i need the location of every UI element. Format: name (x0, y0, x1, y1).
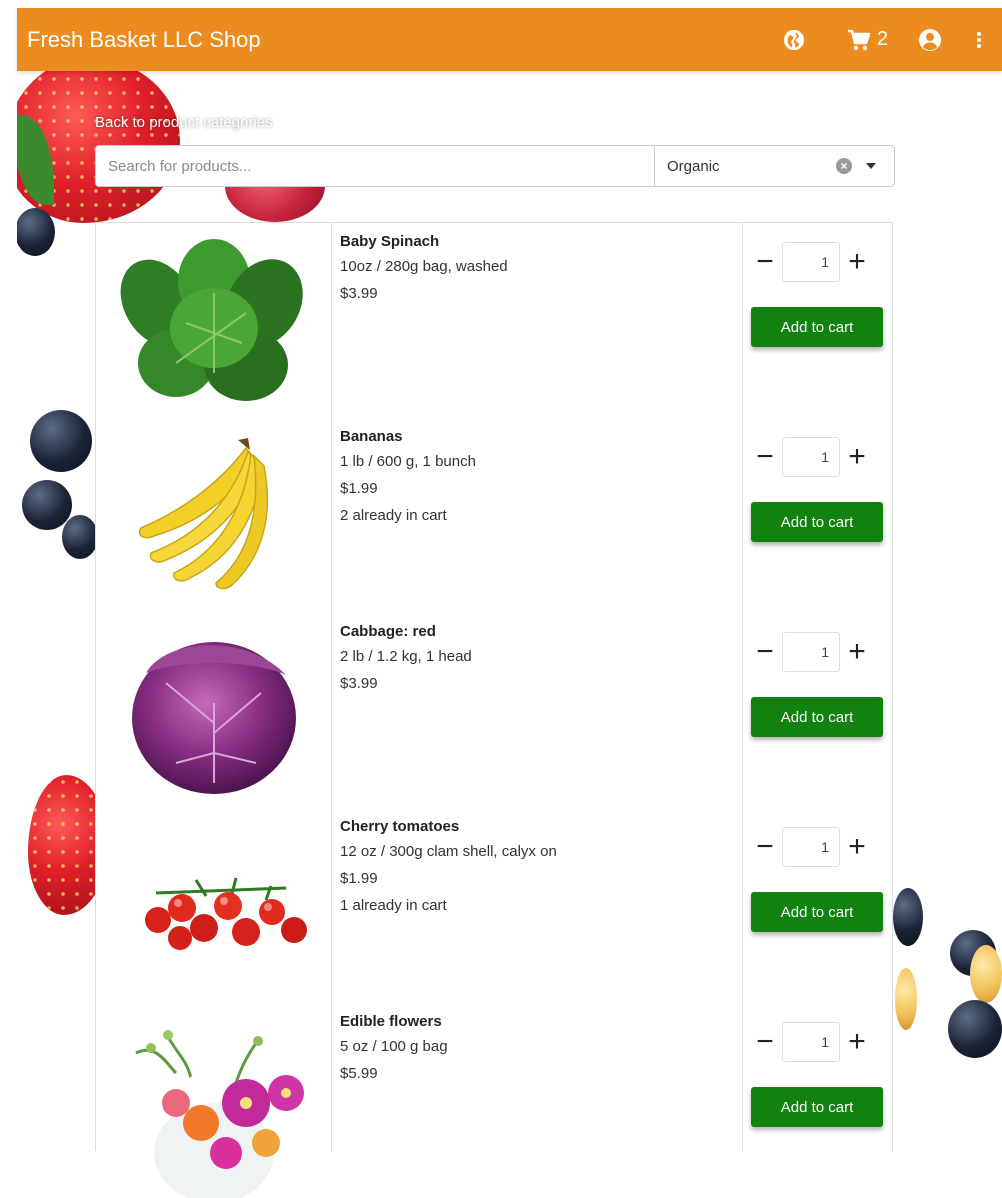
cart-button[interactable]: 2 (847, 28, 888, 51)
product-row: Edible flowers 5 oz / 100 g bag $5.99 − … (96, 1003, 894, 1198)
product-actions: − + Add to cart (751, 826, 883, 932)
quantity-input[interactable] (782, 827, 840, 867)
quantity-stepper: − + (751, 826, 883, 868)
app-title: Fresh Basket LLC Shop (27, 26, 261, 52)
decrease-quantity-button[interactable]: − (751, 436, 779, 478)
product-actions: − + Add to cart (751, 241, 883, 347)
add-to-cart-button[interactable]: Add to cart (751, 307, 883, 347)
blueberry-decoration (15, 208, 55, 256)
increase-quantity-button[interactable]: + (843, 436, 871, 478)
product-info: Edible flowers 5 oz / 100 g bag $5.99 (340, 1013, 735, 1090)
product-note: 2 already in cart (340, 507, 447, 524)
increase-quantity-button[interactable]: + (843, 1021, 871, 1063)
more-vert-icon (977, 31, 981, 48)
quantity-input[interactable] (782, 437, 840, 477)
product-name: Bananas (340, 428, 403, 445)
product-actions: − + Add to cart (751, 631, 883, 737)
search-bar: Organic × (95, 145, 895, 187)
more-menu-button[interactable] (976, 30, 982, 50)
category-filter-select[interactable]: Organic × (655, 145, 895, 187)
product-image (96, 613, 331, 808)
quantity-input[interactable] (782, 1022, 840, 1062)
blueberry-decoration (948, 1000, 1002, 1058)
quantity-stepper: − + (751, 1021, 883, 1063)
search-input[interactable] (95, 145, 655, 187)
edible-flowers-image (135, 1030, 304, 1198)
filter-selected-value: Organic (667, 157, 720, 175)
product-info: Cherry tomatoes 12 oz / 300g clam shell,… (340, 818, 735, 922)
product-image (96, 1003, 331, 1198)
product-row: Baby Spinach 10oz / 280g bag, washed $3.… (96, 223, 894, 418)
app-bar: Fresh Basket LLC Shop 2 (17, 8, 1002, 71)
product-price: $3.99 (340, 675, 378, 692)
product-info: Cabbage: red 2 lb / 1.2 kg, 1 head $3.99 (340, 623, 735, 700)
product-size: 5 oz / 100 g bag (340, 1038, 448, 1055)
quantity-stepper: − + (751, 631, 883, 673)
product-info: Baby Spinach 10oz / 280g bag, washed $3.… (340, 233, 735, 310)
bananas-image (138, 438, 269, 590)
cherry-tomatoes-image (145, 877, 307, 950)
product-image (96, 223, 331, 418)
quantity-input[interactable] (782, 632, 840, 672)
golden-berry-decoration (970, 945, 1002, 1003)
blueberry-decoration (22, 480, 72, 530)
cart-icon (847, 29, 871, 50)
add-to-cart-button[interactable]: Add to cart (751, 502, 883, 542)
quantity-stepper: − + (751, 241, 883, 283)
product-row: Cherry tomatoes 12 oz / 300g clam shell,… (96, 808, 894, 1003)
account-button[interactable] (918, 28, 942, 52)
product-size: 10oz / 280g bag, washed (340, 258, 508, 275)
decrease-quantity-button[interactable]: − (751, 631, 779, 673)
product-price: $1.99 (340, 870, 378, 887)
product-price: $5.99 (340, 1065, 378, 1082)
clear-icon[interactable]: × (836, 158, 852, 174)
blueberry-decoration (893, 888, 923, 946)
add-to-cart-button[interactable]: Add to cart (751, 892, 883, 932)
product-name: Cherry tomatoes (340, 818, 460, 835)
add-to-cart-button[interactable]: Add to cart (751, 1087, 883, 1127)
golden-berry-decoration (895, 968, 917, 1030)
product-name: Edible flowers (340, 1013, 442, 1030)
add-to-cart-button[interactable]: Add to cart (751, 697, 883, 737)
product-name: Baby Spinach (340, 233, 440, 250)
spinach-image (120, 239, 303, 401)
decrease-quantity-button[interactable]: − (751, 826, 779, 868)
product-size: 12 oz / 300g clam shell, calyx on (340, 843, 557, 860)
globe-icon (783, 29, 804, 50)
blueberry-decoration (30, 410, 92, 472)
quantity-input[interactable] (782, 242, 840, 282)
account-icon (919, 28, 941, 51)
cart-count-badge: 2 (876, 28, 888, 50)
product-actions: − + Add to cart (751, 1021, 883, 1127)
product-price: $3.99 (340, 285, 378, 302)
product-note: 1 already in cart (340, 897, 447, 914)
product-image (96, 418, 331, 613)
product-price: $1.99 (340, 480, 378, 497)
product-list: Baby Spinach 10oz / 280g bag, washed $3.… (95, 222, 894, 1198)
quantity-stepper: − + (751, 436, 883, 478)
increase-quantity-button[interactable]: + (843, 631, 871, 673)
product-image (96, 808, 331, 1003)
increase-quantity-button[interactable]: + (843, 826, 871, 868)
product-size: 2 lb / 1.2 kg, 1 head (340, 648, 472, 665)
back-to-categories-link[interactable]: Back to product categories (95, 114, 273, 131)
increase-quantity-button[interactable]: + (843, 241, 871, 283)
blueberry-decoration (62, 515, 98, 559)
decrease-quantity-button[interactable]: − (751, 241, 779, 283)
product-actions: − + Add to cart (751, 436, 883, 542)
product-row: Bananas 1 lb / 600 g, 1 bunch $1.99 2 al… (96, 418, 894, 613)
red-cabbage-image (132, 642, 296, 794)
product-name: Cabbage: red (340, 623, 436, 640)
product-info: Bananas 1 lb / 600 g, 1 bunch $1.99 2 al… (340, 428, 735, 532)
decrease-quantity-button[interactable]: − (751, 1021, 779, 1063)
language-button[interactable] (783, 29, 805, 51)
product-row: Cabbage: red 2 lb / 1.2 kg, 1 head $3.99… (96, 613, 894, 808)
product-size: 1 lb / 600 g, 1 bunch (340, 453, 476, 470)
chevron-down-icon[interactable] (866, 163, 876, 169)
